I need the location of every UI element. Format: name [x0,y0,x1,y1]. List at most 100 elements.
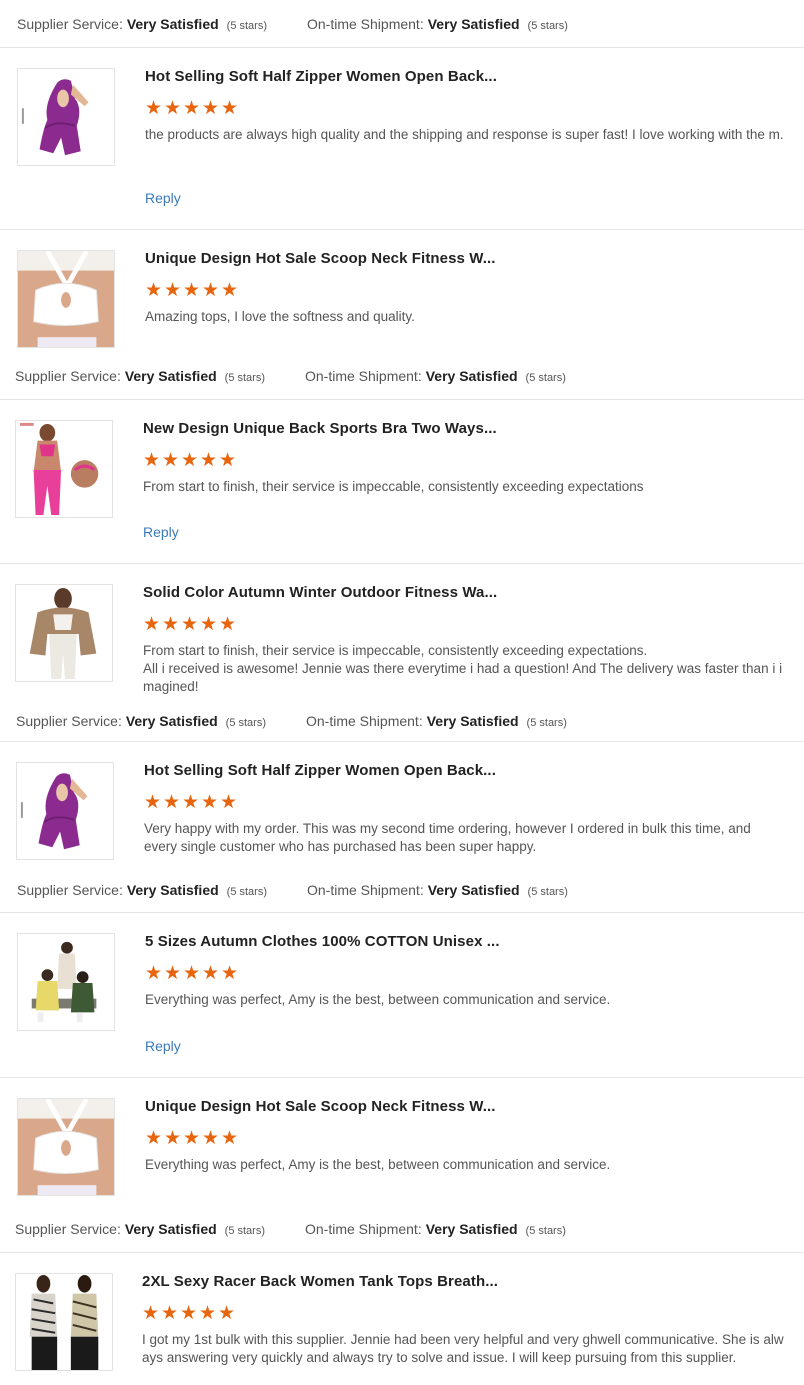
star-icon: ★ [221,1128,239,1149]
purple-jumpsuit-image [17,763,113,859]
ontime-shipment-value: Very Satisfied [426,712,519,729]
ontime-shipment-label: On-time Shipment: [305,367,422,384]
star-icon: ★ [221,280,239,301]
supplier-service-rating: Supplier Service: Very Satisfied (5 star… [17,882,267,898]
ontime-shipment-stars: (5 stars) [525,1225,566,1237]
product-thumbnail[interactable] [16,762,114,860]
ontime-shipment-stars: (5 stars) [526,716,567,729]
product-title[interactable]: New Design Unique Back Sports Bra Two Wa… [143,420,786,438]
ontime-shipment-label: On-time Shipment: [307,882,424,898]
ontime-shipment-rating: On-time Shipment: Very Satisfied (5 star… [307,882,568,898]
ontime-shipment-value: Very Satisfied [427,15,520,32]
supplier-rating-row: Supplier Service: Very Satisfied (5 star… [0,868,804,913]
product-title[interactable]: 2XL Sexy Racer Back Women Tank Tops Brea… [142,1273,786,1291]
review-comment: From start to finish, their service is i… [143,479,644,494]
unisex-sweatsuits-image [18,934,114,1030]
star-icon: ★ [145,98,163,119]
review-comment: Everything was perfect, Amy is the best,… [145,992,611,1007]
review-item: Hot Selling Soft Half Zipper Women Open … [0,742,804,868]
star-icon: ★ [221,98,239,119]
star-rating: ★ ★ ★ ★ ★ [142,1303,786,1324]
ontime-shipment-label: On-time Shipment: [305,1221,422,1237]
ontime-shipment-value: Very Satisfied [425,367,518,384]
product-title[interactable]: Unique Design Hot Sale Scoop Neck Fitnes… [145,1098,786,1116]
product-thumbnail[interactable] [15,584,113,682]
supplier-service-rating: Supplier Service: Very Satisfied (5 star… [17,16,267,32]
supplier-service-label: Supplier Service: [17,15,123,32]
review-item: Solid Color Autumn Winter Outdoor Fitnes… [0,564,804,700]
white-sports-bra-image [18,251,114,347]
star-icon: ★ [181,450,199,471]
ontime-shipment-stars: (5 stars) [527,19,568,32]
review-comment: Everything was perfect, Amy is the best,… [145,1157,611,1172]
ontime-shipment-value: Very Satisfied [425,1221,518,1237]
white-sports-bra-image [18,1099,114,1195]
star-icon: ★ [181,614,199,635]
supplier-service-stars: (5 stars) [224,371,265,384]
star-icon: ★ [145,963,163,984]
review-item: New Design Unique Back Sports Bra Two Wa… [0,400,804,564]
purple-jumpsuit-image [18,69,114,165]
star-icon: ★ [145,280,163,301]
star-icon: ★ [200,614,218,635]
review-item: Hot Selling Soft Half Zipper Women Open … [0,48,804,230]
review-item: Unique Design Hot Sale Scoop Neck Fitnes… [0,230,804,352]
star-icon: ★ [180,1303,198,1324]
star-icon: ★ [202,280,220,301]
product-title[interactable]: Hot Selling Soft Half Zipper Women Open … [144,762,786,780]
product-title[interactable]: Hot Selling Soft Half Zipper Women Open … [145,68,786,86]
ontime-shipment-label: On-time Shipment: [306,712,423,729]
supplier-service-label: Supplier Service: [15,367,121,384]
star-icon: ★ [183,98,201,119]
ontime-shipment-stars: (5 stars) [527,886,568,898]
star-icon: ★ [202,963,220,984]
supplier-rating-row: Supplier Service: Very Satisfied (5 star… [0,0,804,48]
star-icon: ★ [142,1303,160,1324]
star-icon: ★ [143,450,161,471]
product-thumbnail[interactable] [15,420,113,518]
pink-sports-set-image [16,421,112,517]
review-comment: I got my 1st bulk with this supplier. Je… [142,1332,784,1365]
reply-link[interactable]: Reply [145,1038,181,1054]
product-thumbnail[interactable] [17,68,115,166]
supplier-rating-row: Supplier Service: Very Satisfied (5 star… [0,1206,804,1253]
product-title[interactable]: 5 Sizes Autumn Clothes 100% COTTON Unise… [145,933,786,951]
ontime-shipment-label: On-time Shipment: [307,15,424,32]
supplier-service-stars: (5 stars) [225,716,266,729]
star-icon: ★ [200,450,218,471]
supplier-rating-row: Supplier Service: Very Satisfied (5 star… [0,352,804,400]
product-title[interactable]: Unique Design Hot Sale Scoop Neck Fitnes… [145,250,786,268]
supplier-service-value: Very Satisfied [126,882,219,898]
star-rating: ★ ★ ★ ★ ★ [145,1128,786,1149]
supplier-service-value: Very Satisfied [124,1221,217,1237]
star-icon: ★ [201,792,219,813]
reply-link[interactable]: Reply [145,190,181,206]
star-rating: ★ ★ ★ ★ ★ [143,614,786,635]
supplier-service-stars: (5 stars) [226,19,267,32]
supplier-service-value: Very Satisfied [126,15,219,32]
product-title[interactable]: Solid Color Autumn Winter Outdoor Fitnes… [143,584,786,602]
product-thumbnail[interactable] [15,1273,113,1371]
ontime-shipment-rating: On-time Shipment: Very Satisfied (5 star… [305,1221,566,1237]
supplier-service-label: Supplier Service: [16,712,122,729]
star-icon: ★ [221,963,239,984]
star-icon: ★ [219,450,237,471]
reply-link[interactable]: Reply [143,524,179,540]
zebra-tank-tops-image [16,1274,112,1370]
star-icon: ★ [202,1128,220,1149]
product-thumbnail[interactable] [17,250,115,348]
brown-jacket-image [16,585,112,681]
star-icon: ★ [218,1303,236,1324]
product-thumbnail[interactable] [17,1098,115,1196]
star-rating: ★ ★ ★ ★ ★ [145,280,786,301]
star-icon: ★ [164,1128,182,1149]
supplier-service-label: Supplier Service: [15,1221,121,1237]
star-icon: ★ [161,1303,179,1324]
ontime-shipment-rating: On-time Shipment: Very Satisfied (5 star… [306,713,567,729]
product-thumbnail[interactable] [17,933,115,1031]
star-icon: ★ [202,98,220,119]
review-item: 2XL Sexy Racer Back Women Tank Tops Brea… [0,1253,804,1385]
star-icon: ★ [183,280,201,301]
star-rating: ★ ★ ★ ★ ★ [143,450,786,471]
star-rating: ★ ★ ★ ★ ★ [145,963,786,984]
